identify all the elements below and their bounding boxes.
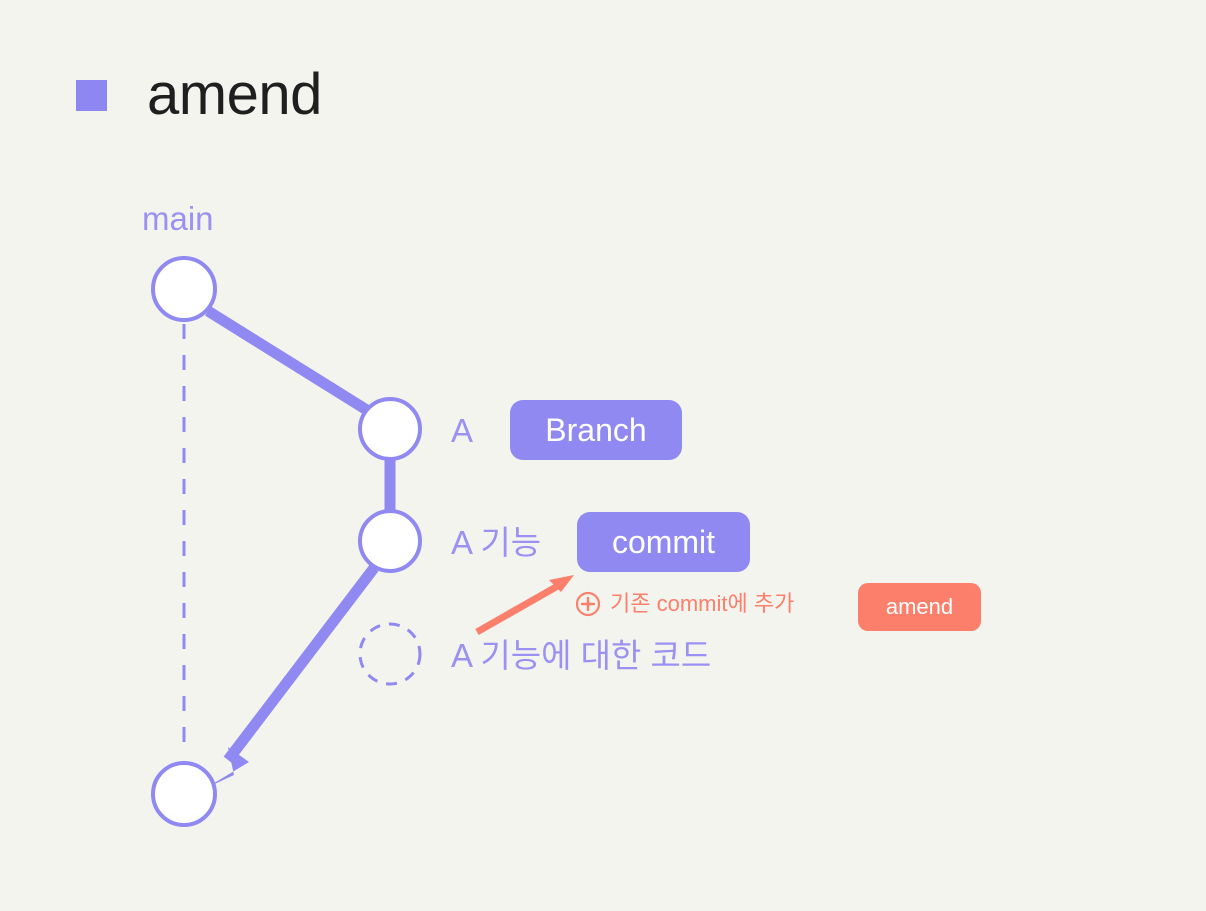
edge-afn-to-merge: [223, 564, 379, 764]
node-pending-dashed[interactable]: [358, 622, 422, 686]
circle-plus-icon: [575, 591, 601, 617]
edge-main-to-a: [205, 306, 373, 417]
amend-annotation: 기존 commit에 추가: [575, 591, 794, 617]
node-label-commit-a: A: [451, 412, 474, 449]
amend-annotation-arrow-shaft: [475, 579, 565, 636]
node-commit-afn[interactable]: [358, 509, 422, 573]
commit-tag[interactable]: commit: [577, 512, 750, 572]
node-label-commit-afn: A 기능: [451, 524, 542, 561]
node-main-head[interactable]: [151, 256, 217, 322]
amend-tag[interactable]: amend: [858, 583, 981, 631]
amend-annotation-text: 기존 commit에 추가: [610, 591, 795, 616]
node-merge[interactable]: [151, 761, 217, 827]
branch-label-main: main: [142, 200, 214, 237]
node-label-pending: A 기능에 대한 코드: [451, 637, 712, 674]
branch-tag[interactable]: Branch: [510, 400, 682, 460]
node-commit-a[interactable]: [358, 397, 422, 461]
